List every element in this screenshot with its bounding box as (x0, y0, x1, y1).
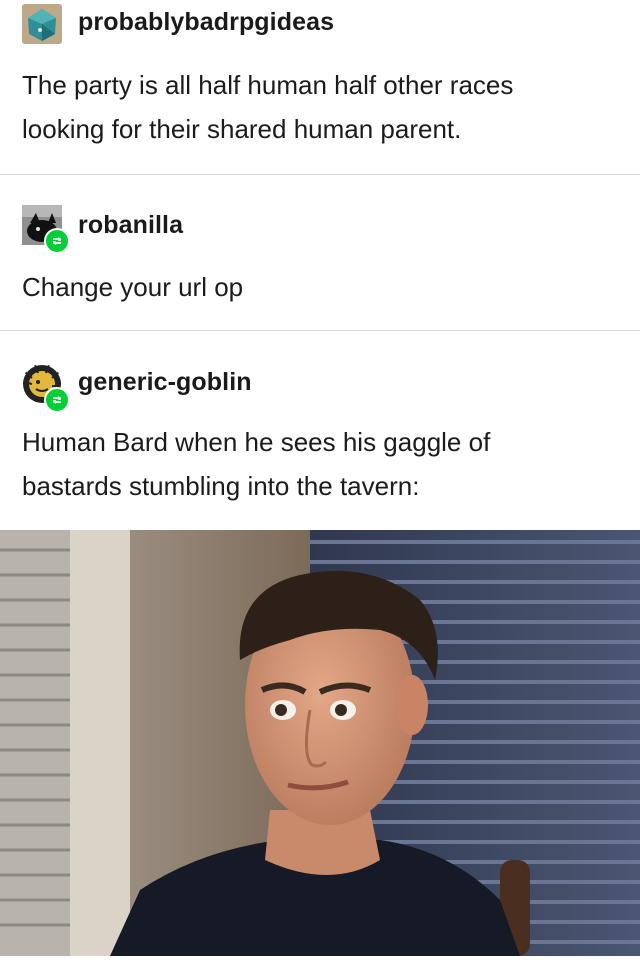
post-generic-goblin: generic-goblin Human Bard when he sees h… (0, 330, 640, 530)
post-username[interactable]: probablybadrpgideas (78, 8, 334, 37)
post-probablybadrpgideas: probablybadrpgideas The party is all hal… (0, 0, 640, 174)
post-text: Change your url op (22, 265, 243, 309)
reblog-icon (44, 228, 70, 254)
dice-avatar-icon[interactable] (22, 4, 62, 44)
reblog-icon (44, 387, 70, 413)
bottom-margin (0, 956, 640, 968)
post-text-line: The party is all half human half other r… (22, 70, 514, 100)
post-text: The party is all half human half other r… (22, 63, 513, 151)
post-username[interactable]: robanilla (78, 211, 183, 240)
post-text: Human Bard when he sees his gaggle of ba… (22, 420, 490, 508)
post-username[interactable]: generic-goblin (78, 368, 252, 397)
post-text-line: looking for their shared human parent. (22, 114, 462, 144)
post-text-line: Change your url op (22, 272, 244, 302)
post-text-line: Human Bard when he sees his gaggle of (22, 427, 491, 457)
post-text-line: bastards stumbling into the tavern: (22, 471, 420, 501)
post-robanilla: robanilla Change your url op (0, 174, 640, 330)
reaction-photo (0, 530, 640, 956)
